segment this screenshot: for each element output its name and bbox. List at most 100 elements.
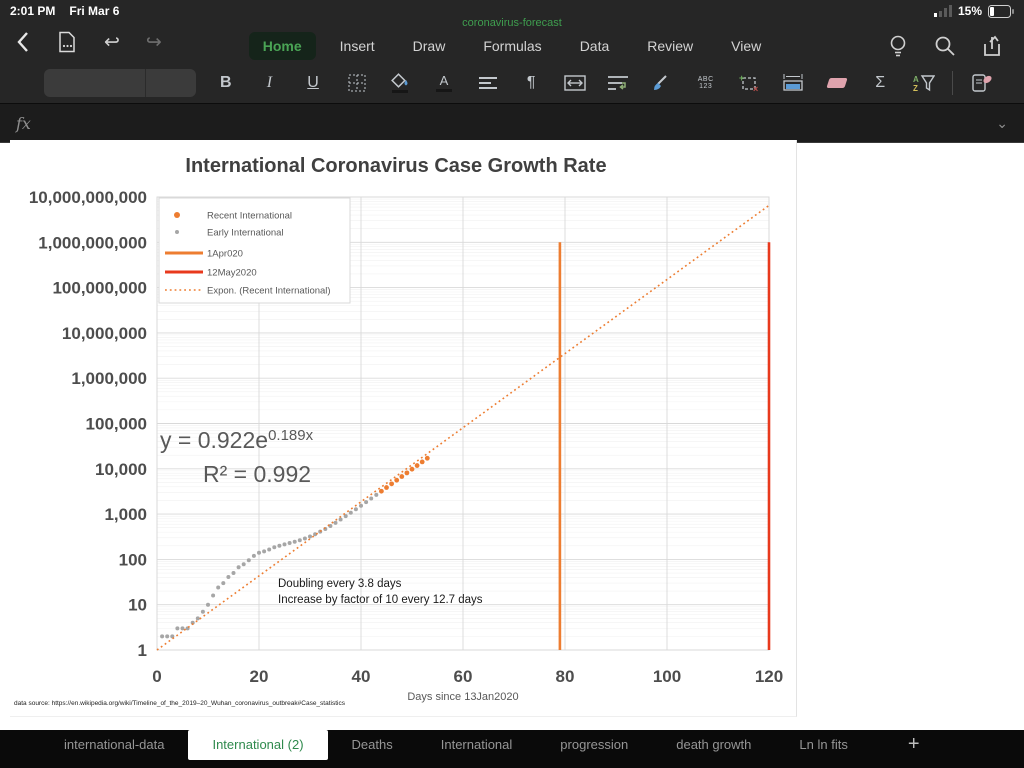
sheet-tab-ln-ln-fits[interactable]: Ln ln fits: [775, 730, 871, 760]
data-source: data source: https://en.wikipedia.org/wi…: [14, 700, 346, 707]
note-doubling: Doubling every 3.8 days: [278, 578, 402, 590]
autofit-button[interactable]: [778, 68, 808, 98]
scatter-point: [334, 521, 338, 525]
ribbon-tab-home[interactable]: Home: [249, 32, 316, 60]
number-format-button[interactable]: ABC 123: [691, 68, 721, 98]
alignment-button[interactable]: [473, 68, 503, 98]
font-selector[interactable]: [44, 69, 196, 97]
formula-bar-expand-chevron-icon[interactable]: ⌄: [996, 115, 1008, 132]
excel-ipad-app: 2:01 PM Fri Mar 6 15% coronavirus-foreca…: [0, 0, 1024, 768]
svg-text:×: ×: [753, 84, 758, 92]
scatter-point: [293, 540, 297, 544]
sheet-tab-international-2-[interactable]: International (2): [188, 730, 327, 760]
font-size-field[interactable]: [146, 69, 196, 97]
sheet-tab-progression[interactable]: progression: [536, 730, 652, 760]
scatter-point: [257, 551, 261, 555]
ribbon-tab-view[interactable]: View: [717, 32, 775, 60]
scatter-point: [211, 593, 215, 597]
x-tick-label: 60: [454, 667, 473, 686]
scatter-point: [349, 511, 353, 515]
scatter-point: [374, 493, 378, 497]
sort-filter-icon: A Z: [913, 74, 935, 92]
pilcrow-icon: ¶: [527, 75, 536, 91]
scatter-point: [415, 463, 420, 468]
sensitivity-button[interactable]: [967, 68, 997, 98]
ribbon-tab-insert[interactable]: Insert: [326, 32, 389, 60]
formula-input[interactable]: [31, 104, 996, 142]
font-color-button[interactable]: A: [429, 68, 459, 98]
italic-button[interactable]: I: [254, 68, 284, 98]
share-icon[interactable]: [982, 35, 1006, 57]
insert-cells-button[interactable]: + ×: [734, 68, 764, 98]
scatter-point: [298, 538, 302, 542]
legend-label: 1Apr020: [207, 249, 243, 260]
insert-cells-icon: + ×: [739, 74, 759, 92]
y-tick-label: 1: [138, 641, 147, 660]
scatter-point: [364, 500, 368, 504]
undo-icon[interactable]: ↩: [104, 33, 120, 52]
back-icon[interactable]: [16, 31, 30, 53]
lightbulb-icon[interactable]: [888, 34, 908, 58]
cellular-signal-icon: [934, 5, 952, 17]
scatter-point: [216, 585, 220, 589]
format-painter-button[interactable]: [647, 68, 677, 98]
merge-cells-icon: [564, 75, 586, 91]
scatter-point: [196, 616, 200, 620]
battery-icon: [988, 5, 1014, 18]
scatter-point: [267, 548, 271, 552]
sort-filter-button[interactable]: A Z: [909, 68, 939, 98]
chart-svg: International Coronavirus Case Growth Ra…: [10, 140, 797, 717]
home-toolbar: B I U A: [0, 62, 1024, 103]
fill-color-button[interactable]: [385, 68, 415, 98]
sigma-icon: Σ: [875, 75, 885, 91]
borders-button[interactable]: [342, 68, 372, 98]
scatter-point: [277, 544, 281, 548]
x-tick-label: 0: [152, 667, 161, 686]
font-name-field[interactable]: [44, 69, 146, 97]
scatter-point: [160, 634, 164, 638]
sheet-tab-international[interactable]: International: [417, 730, 537, 760]
underline-button[interactable]: U: [298, 68, 328, 98]
legend-label: Early International: [207, 228, 284, 239]
fill-bucket-icon: [390, 73, 410, 88]
formula-bar: fx ⌄: [0, 103, 1024, 143]
x-tick-label: 100: [653, 667, 681, 686]
scatter-point: [308, 535, 312, 539]
scatter-point: [420, 460, 425, 465]
ribbon-tab-draw[interactable]: Draw: [399, 32, 460, 60]
sheet-tab-international-data[interactable]: international-data: [40, 730, 188, 760]
document-icon[interactable]: [56, 31, 78, 53]
y-tick-label: 10,000,000,000: [29, 188, 147, 207]
text-direction-button[interactable]: ¶: [516, 68, 546, 98]
scatter-point: [288, 541, 292, 545]
scatter-point: [410, 467, 415, 472]
note-factor10: Increase by factor of 10 every 12.7 days: [278, 594, 483, 606]
date: Fri Mar 6: [69, 4, 119, 18]
sheet-tab-death-growth[interactable]: death growth: [652, 730, 775, 760]
y-tick-label: 10: [128, 596, 147, 615]
clock: 2:01 PM: [10, 4, 55, 18]
chart-object[interactable]: International Coronavirus Case Growth Ra…: [10, 140, 797, 717]
scatter-point: [247, 558, 251, 562]
bold-button[interactable]: B: [211, 68, 241, 98]
wrap-text-button[interactable]: [603, 68, 633, 98]
ribbon-tab-formulas[interactable]: Formulas: [469, 32, 555, 60]
worksheet[interactable]: International Coronavirus Case Growth Ra…: [0, 143, 1024, 730]
sheet-tabs: international-dataInternational (2)Death…: [40, 730, 872, 760]
ribbon-tab-review[interactable]: Review: [633, 32, 707, 60]
scatter-point: [237, 565, 241, 569]
merge-cells-button[interactable]: [560, 68, 590, 98]
scatter-point: [384, 485, 389, 490]
scatter-point: [369, 496, 373, 500]
search-icon[interactable]: [934, 35, 956, 57]
brush-icon: [652, 74, 672, 92]
redo-icon[interactable]: ↪: [146, 33, 162, 52]
ribbon-tab-data[interactable]: Data: [566, 32, 624, 60]
autosum-button[interactable]: Σ: [865, 68, 895, 98]
sheet-tab-deaths[interactable]: Deaths: [328, 730, 417, 760]
scatter-point: [425, 456, 430, 461]
scatter-point: [399, 474, 404, 479]
add-sheet-button[interactable]: +: [908, 730, 920, 760]
clear-button[interactable]: [822, 68, 852, 98]
scatter-point: [339, 517, 343, 521]
